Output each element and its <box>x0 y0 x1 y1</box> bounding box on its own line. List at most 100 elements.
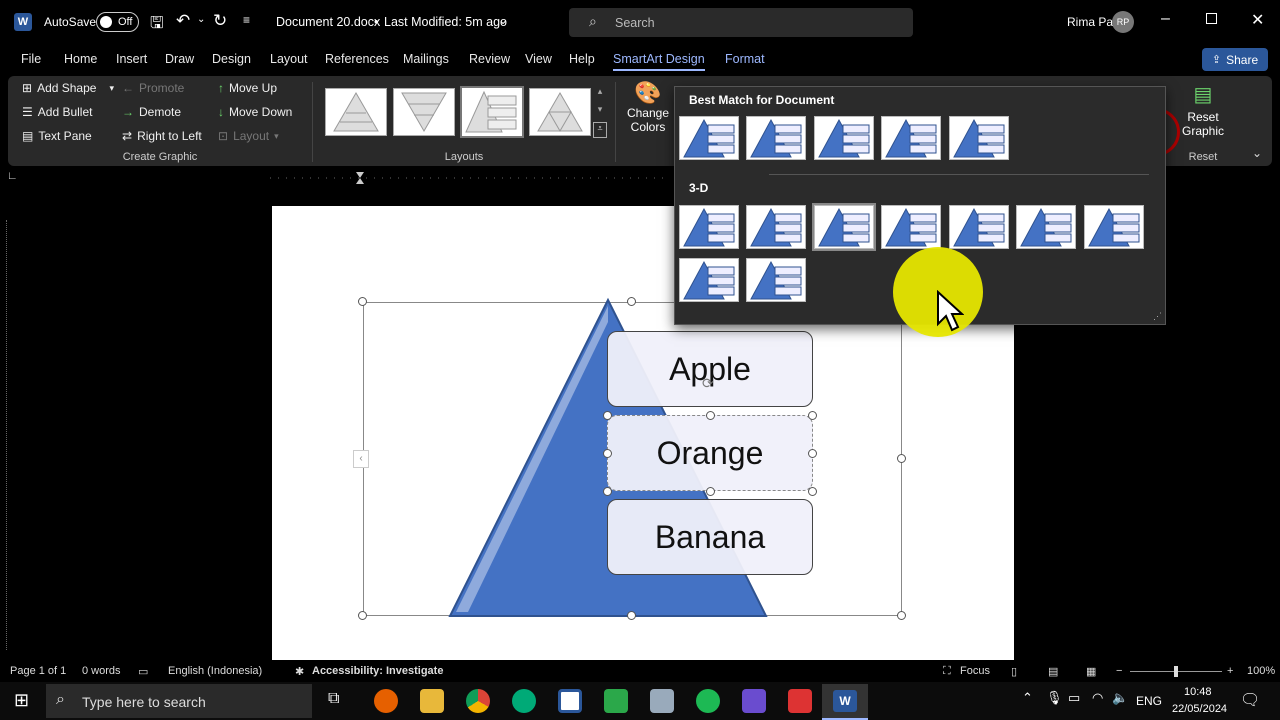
app-icon[interactable] <box>512 689 536 713</box>
resize-handle[interactable] <box>897 454 906 463</box>
zoom-out-icon[interactable]: − <box>1116 665 1122 677</box>
tab-file[interactable]: File <box>21 52 41 66</box>
web-layout-icon[interactable]: ▦ <box>1086 665 1096 678</box>
zoom-level[interactable]: 100% <box>1247 665 1275 677</box>
share-button[interactable]: ⇪ Share <box>1202 48 1268 71</box>
gallery-resize-grip-icon[interactable]: ⋰ <box>1153 311 1162 322</box>
layout-thumb-pyramid[interactable] <box>325 88 387 136</box>
tab-draw[interactable]: Draw <box>165 52 194 66</box>
smartart-item-orange[interactable]: Orange <box>607 415 813 491</box>
text-pane-toggle-icon[interactable]: ‹ <box>353 450 369 468</box>
resize-handle[interactable] <box>603 487 612 496</box>
read-mode-icon[interactable]: ▯ <box>1011 665 1017 678</box>
focus-button[interactable]: Focus <box>960 665 990 677</box>
document-title[interactable]: Document 20.docx <box>276 15 380 29</box>
microphone-icon[interactable]: 🎙 <box>1046 690 1063 706</box>
resize-handle[interactable] <box>808 487 817 496</box>
smartart-style-option[interactable] <box>746 258 806 302</box>
chrome-icon[interactable] <box>466 689 490 713</box>
smartart-style-option[interactable] <box>746 116 806 160</box>
tab-selector-icon[interactable]: ∟ <box>7 170 18 182</box>
smartart-style-option[interactable] <box>949 205 1009 249</box>
tab-smartart-design[interactable]: SmartArt Design <box>613 52 705 71</box>
collapse-ribbon-icon[interactable]: ⌄ <box>1252 146 1262 160</box>
layout-thumb-segmented-pyramid[interactable] <box>529 88 591 136</box>
add-shape-button[interactable]: ⊞ Add Shape ▾ <box>22 81 114 95</box>
tab-format[interactable]: Format <box>725 52 765 66</box>
minimize-icon[interactable]: – <box>1161 10 1170 28</box>
app-icon[interactable] <box>650 689 674 713</box>
accessibility-status[interactable]: Accessibility: Investigate <box>312 665 443 677</box>
promote-button[interactable]: ← Promote <box>122 81 184 95</box>
language[interactable]: English (Indonesia) <box>168 665 262 677</box>
layout-thumb-inverted-pyramid[interactable] <box>393 88 455 136</box>
layout-button[interactable]: ⊡ Layout ▾ <box>218 129 279 143</box>
proofing-icon[interactable]: ▭ <box>138 665 148 678</box>
print-layout-icon[interactable]: ▤ <box>1048 665 1058 678</box>
resize-handle[interactable] <box>603 411 612 420</box>
app-icon[interactable] <box>742 689 766 713</box>
smartart-style-option[interactable] <box>1016 205 1076 249</box>
smartart-style-option[interactable] <box>881 116 941 160</box>
input-language[interactable]: ENG <box>1136 694 1162 708</box>
smartart-item-apple[interactable]: Apple <box>607 331 813 407</box>
recorder-icon[interactable] <box>788 689 812 713</box>
resize-handle[interactable] <box>358 297 367 306</box>
tab-view[interactable]: View <box>525 52 552 66</box>
resize-handle[interactable] <box>808 449 817 458</box>
smartart-style-option[interactable] <box>746 205 806 249</box>
clock-time[interactable]: 10:48 <box>1184 686 1212 698</box>
resize-handle[interactable] <box>358 611 367 620</box>
smartart-style-option[interactable] <box>814 116 874 160</box>
customize-qat-icon[interactable]: ≡ <box>243 13 250 27</box>
notifications-icon[interactable]: 🗨 <box>1240 690 1260 710</box>
layout-thumb-pyramid-list[interactable] <box>460 86 524 138</box>
save-icon[interactable]: 🖫 <box>150 12 164 39</box>
word-count[interactable]: 0 words <box>82 665 121 677</box>
layouts-scroll-up-icon[interactable]: ▴ <box>594 86 606 102</box>
undo-icon[interactable]: ↶ <box>176 11 190 31</box>
windows-start-icon[interactable]: ⊞ <box>14 690 29 711</box>
smartart-item-banana[interactable]: Banana <box>607 499 813 575</box>
text-pane-button[interactable]: ▤ Text Pane <box>22 129 92 143</box>
resize-handle[interactable] <box>706 411 715 420</box>
wifi-icon[interactable]: ◠ <box>1092 690 1103 706</box>
right-to-left-button[interactable]: ⇄ Right to Left <box>122 129 202 143</box>
spotify-icon[interactable] <box>696 689 720 713</box>
user-name[interactable]: Rima Pa <box>1067 15 1113 29</box>
autosave-toggle[interactable]: Off <box>96 12 139 32</box>
smartart-style-option[interactable] <box>1084 205 1144 249</box>
show-hidden-icons[interactable]: ⌃ <box>1022 690 1033 706</box>
undo-dropdown-icon[interactable]: ⌄ <box>197 14 205 25</box>
vertical-ruler[interactable] <box>6 220 16 650</box>
reset-graphic-button[interactable]: ▤ Reset Graphic <box>1176 80 1230 144</box>
demote-button[interactable]: → Demote <box>122 105 181 119</box>
last-modified[interactable]: Last Modified: 5m ago <box>384 15 507 29</box>
word-taskbar-button[interactable]: W <box>822 684 868 720</box>
tab-review[interactable]: Review <box>469 52 510 66</box>
move-up-button[interactable]: ↑ Move Up <box>218 81 277 95</box>
page-count[interactable]: Page 1 of 1 <box>10 665 66 677</box>
horizontal-ruler[interactable] <box>260 170 680 184</box>
tab-home[interactable]: Home <box>64 52 97 66</box>
smartart-style-option[interactable] <box>679 258 739 302</box>
search-box[interactable]: ⌕ Search <box>569 8 913 37</box>
zoom-slider-thumb[interactable] <box>1174 666 1178 677</box>
camtasia-icon[interactable] <box>604 689 628 713</box>
smartart-style-option[interactable] <box>679 116 739 160</box>
resize-handle[interactable] <box>706 487 715 496</box>
whiteboard-icon[interactable] <box>558 689 582 713</box>
volume-icon[interactable]: 🔈 <box>1112 690 1128 706</box>
file-explorer-icon[interactable] <box>420 689 444 713</box>
avatar[interactable]: RP <box>1112 11 1134 33</box>
resize-handle[interactable] <box>627 611 636 620</box>
tab-insert[interactable]: Insert <box>116 52 147 66</box>
restore-icon[interactable] <box>1206 13 1217 24</box>
tab-mailings[interactable]: Mailings <box>403 52 449 66</box>
resize-handle[interactable] <box>897 611 906 620</box>
redo-icon[interactable]: ↻ <box>213 11 227 31</box>
tab-help[interactable]: Help <box>569 52 595 66</box>
smartart-style-option[interactable] <box>949 116 1009 160</box>
clock-date[interactable]: 22/05/2024 <box>1172 703 1227 715</box>
rotate-handle-icon[interactable]: ⟳ <box>702 375 714 392</box>
